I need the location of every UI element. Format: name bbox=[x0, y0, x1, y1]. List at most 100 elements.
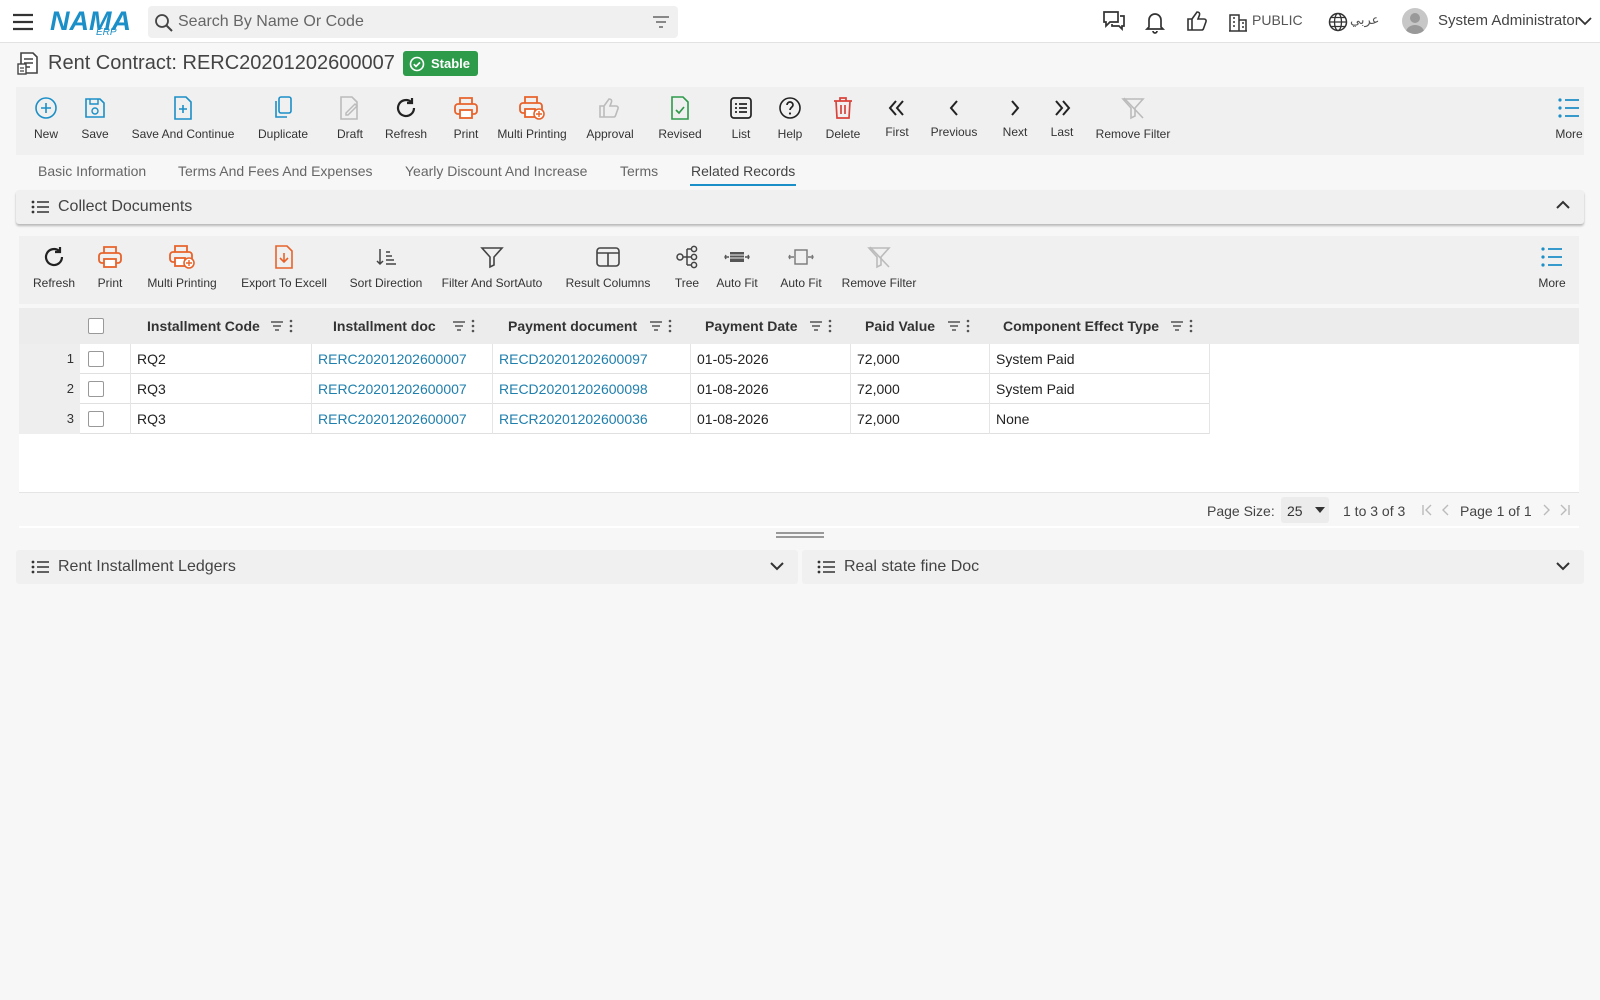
column-menu-icon[interactable] bbox=[827, 319, 833, 333]
double-chevron-left-icon bbox=[887, 95, 907, 121]
avatar[interactable] bbox=[1402, 8, 1428, 34]
thumbs-up-icon[interactable] bbox=[1186, 10, 1208, 32]
search-input[interactable] bbox=[178, 12, 638, 32]
list-bullets-icon bbox=[1540, 244, 1564, 270]
sort-direction-button[interactable]: Sort Direction bbox=[349, 236, 423, 304]
table-row[interactable]: 3 RQ3 RERC20201202600007 RECR20201202600… bbox=[19, 404, 1210, 434]
previous-page-icon[interactable] bbox=[1441, 504, 1451, 516]
cell-payment-document-link[interactable]: RECR20201202600036 bbox=[492, 404, 690, 434]
column-filter-icon[interactable] bbox=[947, 319, 961, 333]
bell-icon[interactable] bbox=[1144, 10, 1166, 34]
multi-printing-button[interactable]: Multi Printing bbox=[494, 87, 570, 155]
chevron-down-icon[interactable] bbox=[1556, 561, 1570, 571]
column-header-installment-code[interactable]: Installment Code bbox=[147, 308, 260, 344]
page-title: Rent Contract: RERC20201202600007 bbox=[48, 52, 395, 74]
cell-installment-code: RQ3 bbox=[130, 404, 311, 434]
last-button[interactable]: Last bbox=[1048, 87, 1076, 155]
chat-icon[interactable] bbox=[1102, 10, 1126, 32]
column-menu-icon[interactable] bbox=[965, 319, 971, 333]
column-filter-icon[interactable] bbox=[270, 319, 284, 333]
auto-fit-button[interactable]: Auto Fit bbox=[715, 236, 759, 304]
column-filter-icon[interactable] bbox=[809, 319, 823, 333]
filter-lines-icon[interactable] bbox=[652, 14, 670, 30]
cell-payment-document-link[interactable]: RECD20201202600097 bbox=[492, 344, 690, 374]
column-filter-icon[interactable] bbox=[649, 319, 663, 333]
column-filter-icon[interactable] bbox=[1170, 319, 1184, 333]
cell-installment-doc-link[interactable]: RERC20201202600007 bbox=[311, 374, 492, 404]
collect-documents-header[interactable]: Collect Documents bbox=[16, 190, 1584, 224]
cell-installment-doc-link[interactable]: RERC20201202600007 bbox=[311, 404, 492, 434]
row-checkbox[interactable] bbox=[88, 351, 104, 367]
approval-button[interactable]: Approval bbox=[584, 87, 636, 155]
user-name[interactable]: System Administrator bbox=[1438, 12, 1580, 29]
chevron-down-icon[interactable] bbox=[1578, 16, 1592, 26]
chevron-up-icon[interactable] bbox=[1556, 200, 1570, 210]
column-header-paid-value[interactable]: Paid Value bbox=[865, 308, 935, 344]
column-filter-icon[interactable] bbox=[452, 319, 466, 333]
table-row[interactable]: 1 RQ2 RERC20201202600007 RECD20201202600… bbox=[19, 344, 1210, 374]
grid-print-button[interactable]: Print bbox=[95, 236, 125, 304]
row-checkbox[interactable] bbox=[88, 381, 104, 397]
column-header-component-effect-type[interactable]: Component Effect Type bbox=[1003, 308, 1159, 344]
row-checkbox[interactable] bbox=[88, 411, 104, 427]
grid-remove-filter-button[interactable]: Remove Filter bbox=[841, 236, 917, 304]
column-header-installment-doc[interactable]: Installment doc bbox=[333, 308, 436, 344]
column-menu-icon[interactable] bbox=[288, 319, 294, 333]
help-button[interactable]: Help bbox=[774, 87, 806, 155]
tree-button[interactable]: Tree bbox=[673, 236, 701, 304]
first-page-icon[interactable] bbox=[1421, 504, 1433, 516]
grid-multi-printing-button[interactable]: Multi Printing bbox=[147, 236, 217, 304]
last-page-icon[interactable] bbox=[1559, 504, 1571, 516]
previous-button[interactable]: Previous bbox=[930, 87, 978, 155]
list-button[interactable]: List bbox=[726, 87, 756, 155]
language-switch[interactable]: عربي bbox=[1350, 12, 1379, 28]
column-header-payment-document[interactable]: Payment document bbox=[508, 308, 637, 344]
chevron-down-icon[interactable] bbox=[770, 561, 784, 571]
table-row[interactable]: 2 RQ3 RERC20201202600007 RECD20201202600… bbox=[19, 374, 1210, 404]
column-menu-icon[interactable] bbox=[470, 319, 476, 333]
chevron-left-icon bbox=[947, 95, 961, 121]
select-all-checkbox[interactable] bbox=[88, 318, 104, 334]
filter-sort-auto-button[interactable]: Filter And SortAuto bbox=[441, 236, 543, 304]
cell-payment-document-link[interactable]: RECD20201202600098 bbox=[492, 374, 690, 404]
first-button[interactable]: First bbox=[882, 87, 912, 155]
resize-handle[interactable] bbox=[776, 532, 824, 538]
new-button[interactable]: New bbox=[28, 87, 64, 155]
auto-fit-window-button[interactable]: Auto Fit bbox=[779, 236, 823, 304]
grid-refresh-button[interactable]: Refresh bbox=[33, 236, 75, 304]
column-menu-icon[interactable] bbox=[667, 319, 673, 333]
refresh-button[interactable]: Refresh bbox=[380, 87, 432, 155]
result-columns-button[interactable]: Result Columns bbox=[565, 236, 651, 304]
delete-button[interactable]: Delete bbox=[822, 87, 864, 155]
menu-icon[interactable] bbox=[12, 11, 34, 33]
branch-label[interactable]: PUBLIC bbox=[1252, 12, 1303, 28]
cell-paid-value: 72,000 bbox=[850, 404, 989, 434]
nama-logo[interactable]: NAMA ERP bbox=[50, 6, 132, 38]
caret-down-icon bbox=[1315, 507, 1325, 513]
page-size-select[interactable]: 25 bbox=[1281, 497, 1329, 523]
real-state-fine-doc-header[interactable]: Real state fine Doc bbox=[802, 550, 1584, 584]
cell-installment-doc-link[interactable]: RERC20201202600007 bbox=[311, 344, 492, 374]
duplicate-button[interactable]: Duplicate bbox=[256, 87, 310, 155]
print-button[interactable]: Print bbox=[446, 87, 486, 155]
next-button[interactable]: Next bbox=[1000, 87, 1030, 155]
more-button[interactable]: More bbox=[1554, 87, 1584, 155]
export-excel-button[interactable]: Export To Excell bbox=[241, 236, 327, 304]
revised-button[interactable]: Revised bbox=[656, 87, 704, 155]
draft-button[interactable]: Draft bbox=[330, 87, 370, 155]
save-button[interactable]: Save bbox=[76, 87, 114, 155]
file-check-icon bbox=[669, 95, 691, 121]
save-and-continue-button[interactable]: Save And Continue bbox=[130, 87, 236, 155]
grid-more-button[interactable]: More bbox=[1537, 236, 1567, 304]
tab-terms-fees-expenses[interactable]: Terms And Fees And Expenses bbox=[178, 163, 373, 179]
tab-related-records[interactable]: Related Records bbox=[691, 163, 795, 179]
tab-terms[interactable]: Terms bbox=[620, 163, 658, 179]
rent-installment-ledgers-header[interactable]: Rent Installment Ledgers bbox=[16, 550, 798, 584]
grid-toolbar: Refresh Print Multi Printing Export To E… bbox=[19, 236, 1579, 304]
column-header-payment-date[interactable]: Payment Date bbox=[705, 308, 798, 344]
column-menu-icon[interactable] bbox=[1188, 319, 1194, 333]
tab-yearly-discount[interactable]: Yearly Discount And Increase bbox=[405, 163, 587, 179]
tab-basic-information[interactable]: Basic Information bbox=[38, 163, 146, 179]
next-page-icon[interactable] bbox=[1541, 504, 1551, 516]
remove-filter-button[interactable]: Remove Filter bbox=[1094, 87, 1172, 155]
